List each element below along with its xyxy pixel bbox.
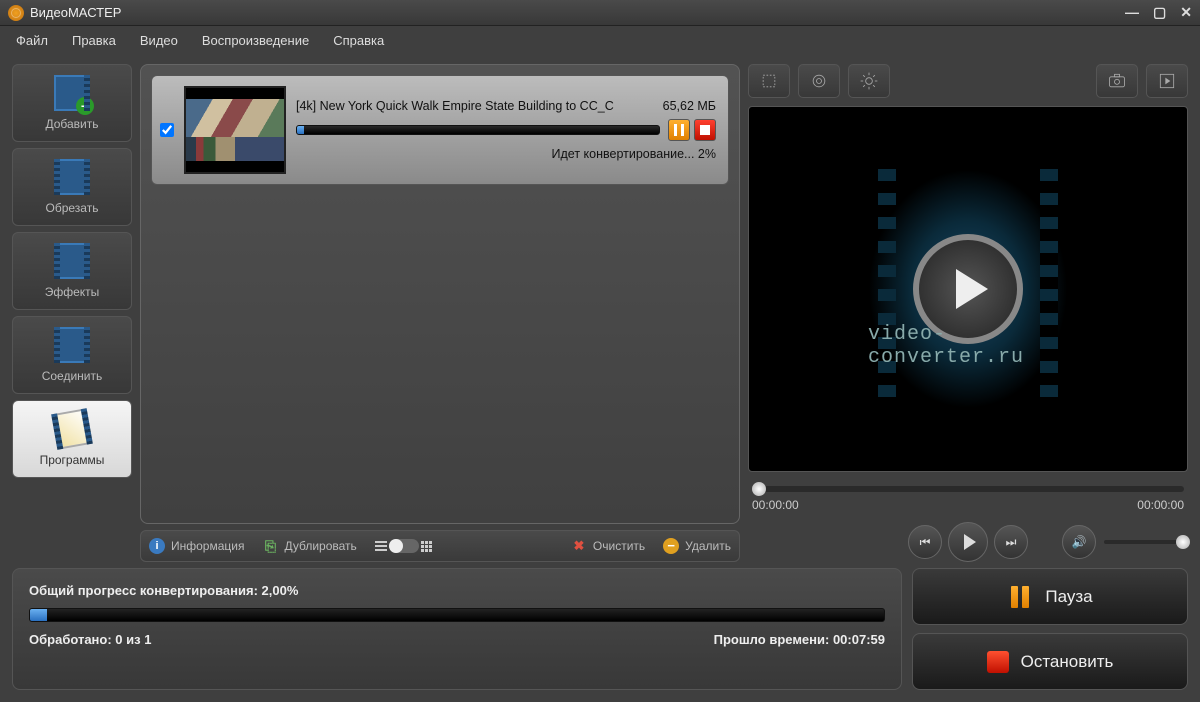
- menu-file[interactable]: Файл: [6, 29, 58, 52]
- volume-slider[interactable]: [1104, 540, 1184, 544]
- film-join-icon: [54, 327, 90, 363]
- duplicate-icon: ⎘: [262, 538, 278, 554]
- video-preview[interactable]: video-converter.ru: [748, 106, 1188, 472]
- pause-button[interactable]: Пауза: [912, 568, 1188, 625]
- prev-button[interactable]: ⏮: [908, 525, 942, 559]
- info-button[interactable]: i Информация: [149, 538, 244, 554]
- close-button[interactable]: ✕: [1180, 4, 1192, 21]
- processed-label: Обработано: 0 из 1: [29, 632, 151, 647]
- clear-button[interactable]: ✖ Очистить: [571, 538, 645, 554]
- delete-button[interactable]: − Удалить: [663, 538, 731, 554]
- sun-icon: [859, 71, 879, 91]
- crop-button[interactable]: [748, 64, 790, 98]
- target-icon: [809, 71, 829, 91]
- brightness-button[interactable]: [848, 64, 890, 98]
- video-size: 65,62 МБ: [663, 99, 716, 113]
- overall-progress-bar: [29, 608, 885, 622]
- film-effects-icon: [54, 243, 90, 279]
- fullscreen-button[interactable]: [1146, 64, 1188, 98]
- toggle-switch[interactable]: [389, 539, 419, 553]
- queue-item-checkbox[interactable]: [160, 123, 174, 137]
- pause-icon: [1007, 584, 1033, 610]
- clear-icon: ✖: [571, 538, 587, 554]
- sidebar-effects-button[interactable]: Эффекты: [12, 232, 132, 310]
- sidebar-label: Программы: [40, 453, 105, 467]
- enhance-button[interactable]: [798, 64, 840, 98]
- delete-label: Удалить: [685, 539, 731, 553]
- sidebar: Добавить Обрезать Эффекты Соединить Прог…: [12, 64, 132, 562]
- titlebar: ВидеоМАСТЕР — ▢ ✕: [0, 0, 1200, 26]
- film-cut-icon: [54, 159, 90, 195]
- queue-item[interactable]: [4k] New York Quick Walk Empire State Bu…: [151, 75, 729, 185]
- sidebar-cut-button[interactable]: Обрезать: [12, 148, 132, 226]
- sidebar-label: Добавить: [45, 117, 98, 131]
- snapshot-button[interactable]: [1096, 64, 1138, 98]
- clear-label: Очистить: [593, 539, 645, 553]
- sidebar-label: Соединить: [42, 369, 103, 383]
- app-icon: [8, 5, 24, 21]
- queue-panel: [4k] New York Quick Walk Empire State Bu…: [140, 64, 740, 562]
- sidebar-add-button[interactable]: Добавить: [12, 64, 132, 142]
- queue-list: [4k] New York Quick Walk Empire State Bu…: [140, 64, 740, 524]
- menu-edit[interactable]: Правка: [62, 29, 126, 52]
- preview-placeholder: video-converter.ru: [868, 169, 1068, 409]
- menubar: Файл Правка Видео Воспроизведение Справк…: [0, 26, 1200, 54]
- stop-label: Остановить: [1021, 652, 1114, 672]
- video-title: [4k] New York Quick Walk Empire State Bu…: [296, 99, 614, 113]
- grid-view-icon: [421, 541, 432, 552]
- view-toggle[interactable]: [375, 539, 432, 553]
- overall-progress-panel: Общий прогресс конвертирования: 2,00% Об…: [12, 568, 902, 690]
- app-title: ВидеоМАСТЕР: [30, 5, 1125, 20]
- item-pause-button[interactable]: [668, 119, 690, 141]
- programs-icon: [51, 408, 93, 450]
- time-total: 00:00:00: [1137, 498, 1184, 512]
- volume-button[interactable]: 🔊: [1062, 525, 1096, 559]
- player-panel: video-converter.ru 00:00:00 00:00:00 ⏮ ⏭…: [748, 64, 1188, 562]
- info-icon: i: [149, 538, 165, 554]
- menu-playback[interactable]: Воспроизведение: [192, 29, 319, 52]
- duplicate-label: Дублировать: [284, 539, 356, 553]
- item-progress-bar: [296, 125, 660, 135]
- camera-icon: [1107, 71, 1127, 91]
- stop-icon: [987, 651, 1009, 673]
- sidebar-label: Эффекты: [45, 285, 100, 299]
- menu-help[interactable]: Справка: [323, 29, 394, 52]
- info-label: Информация: [171, 539, 244, 553]
- item-status: Идет конвертирование... 2%: [296, 147, 716, 161]
- delete-icon: −: [663, 538, 679, 554]
- sidebar-join-button[interactable]: Соединить: [12, 316, 132, 394]
- film-add-icon: [54, 75, 90, 111]
- next-button[interactable]: ⏭: [994, 525, 1028, 559]
- sidebar-programs-button[interactable]: Программы: [12, 400, 132, 478]
- stop-button[interactable]: Остановить: [912, 633, 1188, 690]
- menu-video[interactable]: Видео: [130, 29, 188, 52]
- item-stop-button[interactable]: [694, 119, 716, 141]
- brand-text: video-converter.ru: [868, 323, 1068, 369]
- fullscreen-icon: [1157, 71, 1177, 91]
- sidebar-label: Обрезать: [46, 201, 99, 215]
- duplicate-button[interactable]: ⎘ Дублировать: [262, 538, 356, 554]
- queue-toolbar: i Информация ⎘ Дублировать ✖ Очистить: [140, 530, 740, 562]
- minimize-button[interactable]: —: [1125, 4, 1139, 21]
- seek-bar[interactable]: [752, 486, 1184, 492]
- maximize-button[interactable]: ▢: [1153, 4, 1166, 21]
- list-view-icon: [375, 541, 387, 551]
- crop-icon: [759, 71, 779, 91]
- play-button[interactable]: [948, 522, 988, 562]
- seek-handle[interactable]: [752, 482, 766, 496]
- pause-label: Пауза: [1045, 587, 1092, 607]
- elapsed-label: Прошло времени: 00:07:59: [714, 632, 885, 647]
- video-thumbnail: [184, 86, 286, 174]
- time-current: 00:00:00: [752, 498, 799, 512]
- overall-progress-title: Общий прогресс конвертирования: 2,00%: [29, 583, 885, 598]
